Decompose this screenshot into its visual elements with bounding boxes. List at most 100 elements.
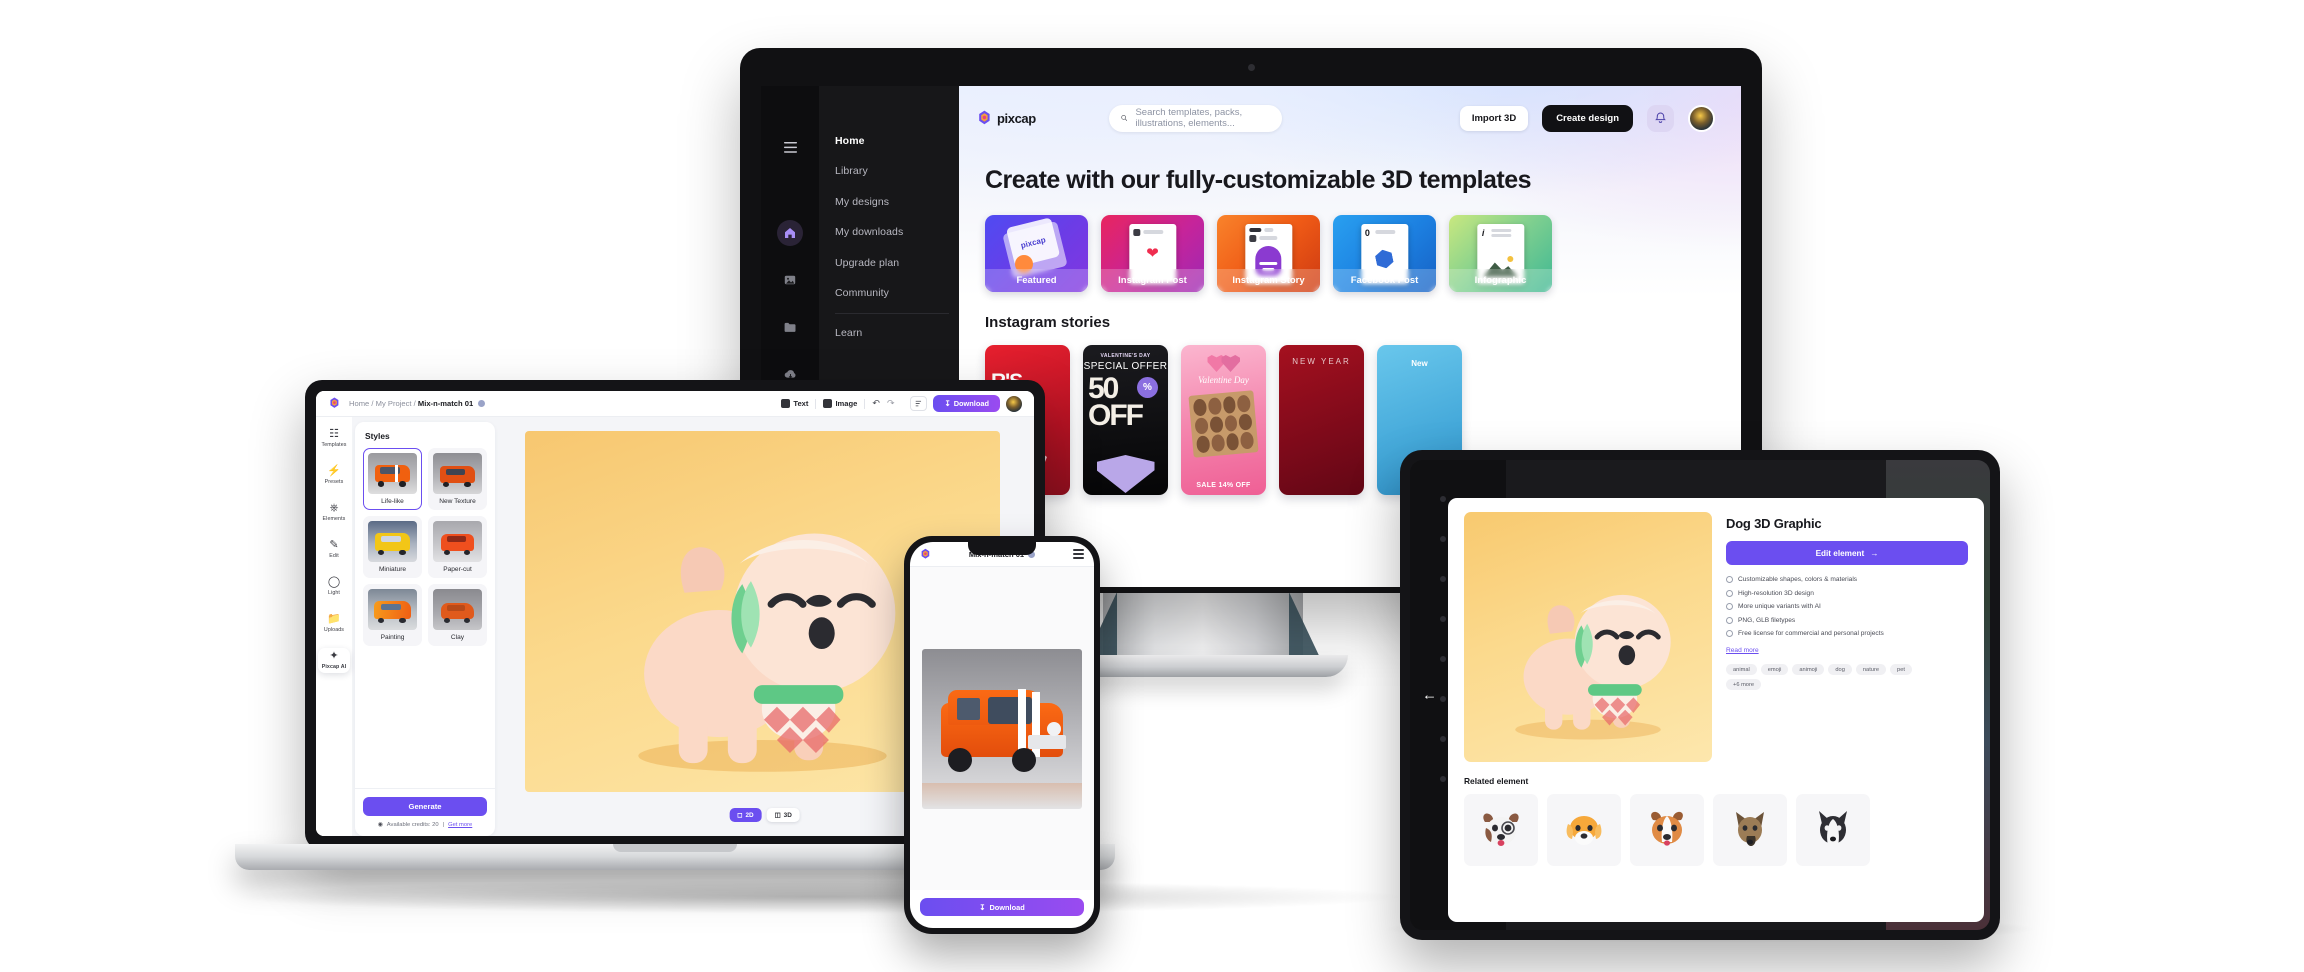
toggle-2d[interactable]: ◻ 2D [729,808,762,822]
sidebar-label: Upgrade plan [835,256,900,269]
sidebar-item-home[interactable]: Home [819,130,959,151]
webcam-icon [1247,64,1255,71]
notifications-button[interactable] [1647,104,1675,132]
edit-element-button[interactable]: Edit element → [1726,541,1968,565]
sidebar-icon-my-designs[interactable] [777,314,803,340]
monitor-stand-foot [1060,655,1348,677]
editor-tools: Text Image ↶ ↷ [781,398,894,409]
element-tags: animal emoji animoji dog nature pet +6 m… [1726,664,1946,691]
sidebar-item-library[interactable]: Library [819,161,959,182]
search-input[interactable]: Search templates, packs, illustrations, … [1109,104,1283,132]
check-circle-icon [1726,616,1733,624]
brand-logo[interactable]: pixcap [977,110,1095,127]
template-card-infographic[interactable]: i Infographic [1449,215,1552,292]
template-card-instagram-post[interactable]: ❤ Instagram Post [1101,215,1204,292]
user-avatar[interactable] [1688,104,1716,132]
download-button[interactable]: ↧ Download [933,395,1000,412]
phone-footer: ↧ Download [910,890,1094,928]
template-card-facebook-post[interactable]: 0 Facebook Post [1333,215,1436,292]
user-avatar[interactable] [1006,395,1022,412]
breadcrumb-project[interactable]: My Project [376,399,412,408]
sidebar-item-community[interactable]: Community [819,283,959,304]
undo-icon[interactable]: ↶ [872,398,880,409]
sidebar-icon-home[interactable] [777,220,803,246]
style-card-painting[interactable]: Painting [363,584,422,646]
styles-panel-title: Styles [365,431,390,441]
phone-notch [968,542,1036,555]
image-tool-button[interactable]: Image [823,399,857,408]
cloud-sync-icon [478,400,486,407]
sidebar-item-upgrade-plan[interactable]: Upgrade plan [819,252,959,273]
breadcrumb-home[interactable]: Home [349,399,369,408]
sidebar-label: Home [835,134,865,147]
tag-chip-more[interactable]: +6 more [1726,679,1762,691]
sidebar-item-my-downloads[interactable]: My downloads [819,222,959,243]
rail-item-presets[interactable]: ⚡ Presets [318,463,350,488]
style-card-miniature[interactable]: Miniature [363,516,422,578]
story-card-2[interactable]: VALENTINE'S DAY SPECIAL OFFER 50 OFF % [1083,345,1168,495]
layers-button[interactable] [910,396,928,411]
hamburger-icon[interactable] [1073,549,1084,559]
style-thumb [433,521,482,562]
element-preview-dog[interactable] [1464,512,1712,762]
check-circle-icon [1726,589,1733,597]
style-card-paper-cut[interactable]: Paper-cut [428,516,487,578]
sidebar-item-my-designs[interactable]: My designs [819,191,959,212]
sidebar-label: Community [835,287,889,299]
breadcrumb[interactable]: Home / My Project / Mix-n-match 01 [349,399,486,408]
tag-chip[interactable]: animoji [1792,664,1825,676]
create-design-button[interactable]: Create design [1542,104,1634,132]
style-card-new-texture[interactable]: New Texture [428,448,487,510]
card-label: Facebook Post [1333,269,1436,292]
generate-button[interactable]: Generate [363,797,487,816]
text-tool-button[interactable]: Text [781,399,808,408]
device-shadow [230,880,1410,914]
import-3d-button[interactable]: Import 3D [1459,105,1529,131]
tag-chip[interactable]: dog [1828,664,1852,676]
card-label: Featured [985,269,1088,292]
related-item-puppy-beagle-spotted[interactable] [1464,794,1538,866]
rail-item-light[interactable]: ◯ Light [318,574,350,599]
style-card-life-like[interactable]: Life-like [363,448,422,510]
bolt-icon: ⚡ [327,465,341,477]
puzzle-icon: ⎈ [329,502,339,514]
story-card-3[interactable]: Valentine Day SALE 14% OFF [1181,345,1266,495]
tag-chip[interactable]: pet [1890,664,1912,676]
toggle-3d[interactable]: ◫ 3D [766,808,800,822]
hamburger-icon[interactable] [777,134,803,160]
template-card-featured[interactable]: pixcap Featured [985,215,1088,292]
phone-download-button[interactable]: ↧ Download [920,898,1084,916]
rail-item-edit[interactable]: ✎ Edit [318,537,350,562]
download-label: Download [953,399,989,408]
phone-canvas[interactable] [910,567,1094,890]
redo-icon[interactable]: ↷ [887,398,895,409]
tag-chip[interactable]: nature [1855,664,1887,676]
style-name: Life-like [381,497,404,505]
text-icon [781,399,791,408]
related-item-german-shepherd[interactable] [1713,794,1787,866]
read-more-link[interactable]: Read more [1726,647,1968,654]
tag-chip[interactable]: animal [1726,664,1757,676]
pixcap-logo-icon[interactable] [328,397,341,410]
feature-item: More unique variants with AI [1726,603,1968,610]
prev-element-button[interactable]: ← [1422,687,1437,704]
sidebar-item-learn[interactable]: Learn [819,322,959,343]
related-item-husky[interactable] [1796,794,1870,866]
related-item-puppy-golden[interactable] [1547,794,1621,866]
feature-item: Customizable shapes, colors & materials [1726,576,1968,583]
rail-item-uploads[interactable]: 📁 Uploads [318,611,350,636]
get-more-link[interactable]: Get more [448,822,472,828]
template-card-instagram-story[interactable]: Instagram Story [1217,215,1320,292]
sidebar-icon-library[interactable] [777,267,803,293]
rail-item-pixcap-ai[interactable]: ✦ Pixcap AI [318,648,350,673]
rail-item-elements[interactable]: ⎈ Elements [318,500,350,525]
pixcap-logo-icon [979,110,990,124]
related-item-puppy-jack-russell[interactable] [1630,794,1704,866]
story-card-4[interactable]: NEW YEAR [1279,345,1364,495]
pixcap-logo-icon[interactable] [920,548,931,561]
sidebar-label: My downloads [835,226,904,238]
rail-label: Uploads [323,627,345,633]
rail-item-templates[interactable]: ☷ Templates [318,426,350,451]
style-card-clay[interactable]: Clay [428,584,487,646]
tag-chip[interactable]: emoji [1760,664,1789,676]
